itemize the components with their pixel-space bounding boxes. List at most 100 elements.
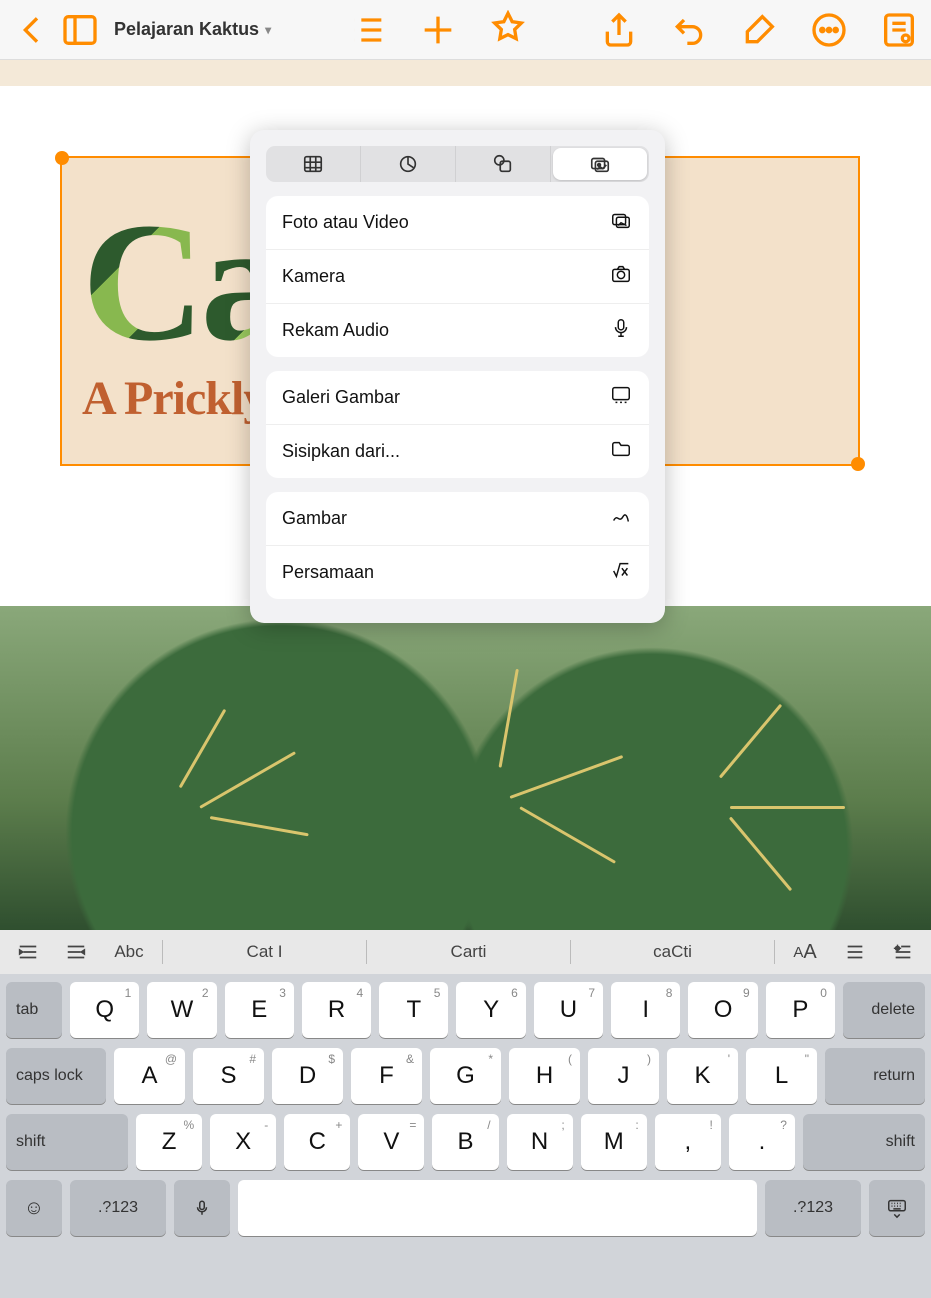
menu-label: Sisipkan dari... bbox=[282, 441, 400, 462]
document-canvas[interactable]: Cacti A Prickly Introduction bbox=[0, 60, 931, 930]
more-button[interactable] bbox=[809, 10, 849, 50]
menu-item-camera[interactable]: Kamera bbox=[266, 250, 649, 304]
separator bbox=[570, 940, 571, 964]
key-dictation[interactable] bbox=[174, 1180, 230, 1236]
suggestion-1[interactable]: Cat I bbox=[171, 934, 358, 970]
menu-label: Persamaan bbox=[282, 562, 374, 583]
separator bbox=[162, 940, 163, 964]
share-button[interactable] bbox=[599, 10, 639, 50]
inspector-button[interactable] bbox=[879, 10, 919, 50]
cactus-background-image bbox=[0, 606, 931, 930]
key-u[interactable]: 7U bbox=[534, 982, 603, 1038]
indent-left-button[interactable] bbox=[8, 934, 48, 970]
popover-segmented-control bbox=[266, 146, 649, 182]
abc-button[interactable]: Abc bbox=[104, 934, 154, 970]
key-l[interactable]: "L bbox=[746, 1048, 817, 1104]
key-numbers-right[interactable]: .?123 bbox=[765, 1180, 861, 1236]
insert-button[interactable] bbox=[418, 10, 458, 50]
key-a[interactable]: @A bbox=[114, 1048, 185, 1104]
gallery-icon bbox=[609, 384, 633, 411]
key-j[interactable]: )J bbox=[588, 1048, 659, 1104]
menu-label: Galeri Gambar bbox=[282, 387, 400, 408]
seg-tab-table[interactable] bbox=[266, 146, 361, 182]
seg-tab-shape[interactable] bbox=[456, 146, 551, 182]
key-n[interactable]: ;N bbox=[507, 1114, 573, 1170]
toolbar-center-group bbox=[348, 10, 528, 50]
key-v[interactable]: =V bbox=[358, 1114, 424, 1170]
scribble-icon bbox=[609, 505, 633, 532]
key-y[interactable]: 6Y bbox=[456, 982, 525, 1038]
menu-item-record-audio[interactable]: Rekam Audio bbox=[266, 304, 649, 357]
table-icon bbox=[302, 153, 324, 175]
popover-group-2: Galeri Gambar Sisipkan dari... bbox=[266, 371, 649, 478]
key-z[interactable]: %Z bbox=[136, 1114, 202, 1170]
chevron-down-icon: ▾ bbox=[265, 23, 271, 37]
key-o[interactable]: 9O bbox=[688, 982, 757, 1038]
menu-label: Foto atau Video bbox=[282, 212, 409, 233]
add-format-button[interactable] bbox=[883, 934, 923, 970]
key-w[interactable]: 2W bbox=[147, 982, 216, 1038]
key-h[interactable]: (H bbox=[509, 1048, 580, 1104]
key-t[interactable]: 5T bbox=[379, 982, 448, 1038]
microphone-icon bbox=[609, 317, 633, 344]
menu-item-insert-from[interactable]: Sisipkan dari... bbox=[266, 425, 649, 478]
key-c[interactable]: +C bbox=[284, 1114, 350, 1170]
key-g[interactable]: *G bbox=[430, 1048, 501, 1104]
separator bbox=[366, 940, 367, 964]
suggestion-3[interactable]: caCti bbox=[579, 934, 766, 970]
key-x[interactable]: -X bbox=[210, 1114, 276, 1170]
keyboard-row-1: tab 1Q 2W 3E 4R 5T 6Y 7U 8I 9O 0P delete bbox=[6, 982, 925, 1038]
document-title[interactable]: Pelajaran Kaktus ▾ bbox=[108, 19, 277, 40]
key-i[interactable]: 8I bbox=[611, 982, 680, 1038]
onscreen-keyboard: tab 1Q 2W 3E 4R 5T 6Y 7U 8I 9O 0P delete… bbox=[0, 974, 931, 1298]
key-emoji[interactable]: ☺ bbox=[6, 1180, 62, 1236]
seg-tab-chart[interactable] bbox=[361, 146, 456, 182]
key-s[interactable]: #S bbox=[193, 1048, 264, 1104]
key-period[interactable]: ?. bbox=[729, 1114, 795, 1170]
keyboard-row-2: caps lock @A #S $D &F *G (H )J 'K "L ret… bbox=[6, 1048, 925, 1104]
menu-item-photo-video[interactable]: Foto atau Video bbox=[266, 196, 649, 250]
menu-item-equation[interactable]: Persamaan bbox=[266, 546, 649, 599]
key-d[interactable]: $D bbox=[272, 1048, 343, 1104]
keyboard-row-4: ☺ .?123 .?123 bbox=[6, 1180, 925, 1236]
indent-right-button[interactable] bbox=[56, 934, 96, 970]
key-e[interactable]: 3E bbox=[225, 982, 294, 1038]
menu-label: Gambar bbox=[282, 508, 347, 529]
popover-group-1: Foto atau Video Kamera Rekam Audio bbox=[266, 196, 649, 357]
back-button[interactable] bbox=[12, 10, 52, 50]
list-button[interactable] bbox=[348, 10, 388, 50]
sidebar-button[interactable] bbox=[60, 10, 100, 50]
key-shift-left[interactable]: shift bbox=[6, 1114, 128, 1170]
key-return[interactable]: return bbox=[825, 1048, 925, 1104]
menu-item-drawing[interactable]: Gambar bbox=[266, 492, 649, 546]
shape-icon bbox=[492, 153, 514, 175]
key-b[interactable]: /B bbox=[432, 1114, 498, 1170]
key-dismiss-keyboard[interactable] bbox=[869, 1180, 925, 1236]
key-k[interactable]: 'K bbox=[667, 1048, 738, 1104]
separator bbox=[774, 940, 775, 964]
toolbar: Pelajaran Kaktus ▾ bbox=[0, 0, 931, 60]
menu-item-image-gallery[interactable]: Galeri Gambar bbox=[266, 371, 649, 425]
format-brush-button[interactable] bbox=[739, 10, 779, 50]
key-r[interactable]: 4R bbox=[302, 982, 371, 1038]
text-size-button[interactable]: AA bbox=[783, 934, 827, 970]
key-tab[interactable]: tab bbox=[6, 982, 62, 1038]
seg-tab-media[interactable] bbox=[553, 148, 647, 180]
align-button[interactable] bbox=[835, 934, 875, 970]
key-m[interactable]: :M bbox=[581, 1114, 647, 1170]
key-q[interactable]: 1Q bbox=[70, 982, 139, 1038]
menu-label: Rekam Audio bbox=[282, 320, 389, 341]
key-f[interactable]: &F bbox=[351, 1048, 422, 1104]
key-delete[interactable]: delete bbox=[843, 982, 925, 1038]
suggestion-2[interactable]: Carti bbox=[375, 934, 562, 970]
key-comma[interactable]: !, bbox=[655, 1114, 721, 1170]
equation-icon bbox=[609, 559, 633, 586]
undo-button[interactable] bbox=[669, 10, 709, 50]
camera-icon bbox=[609, 263, 633, 290]
key-space[interactable] bbox=[238, 1180, 757, 1236]
key-p[interactable]: 0P bbox=[766, 982, 835, 1038]
key-capslock[interactable]: caps lock bbox=[6, 1048, 106, 1104]
key-shift-right[interactable]: shift bbox=[803, 1114, 925, 1170]
collaborate-button[interactable] bbox=[488, 10, 528, 50]
key-numbers-left[interactable]: .?123 bbox=[70, 1180, 166, 1236]
